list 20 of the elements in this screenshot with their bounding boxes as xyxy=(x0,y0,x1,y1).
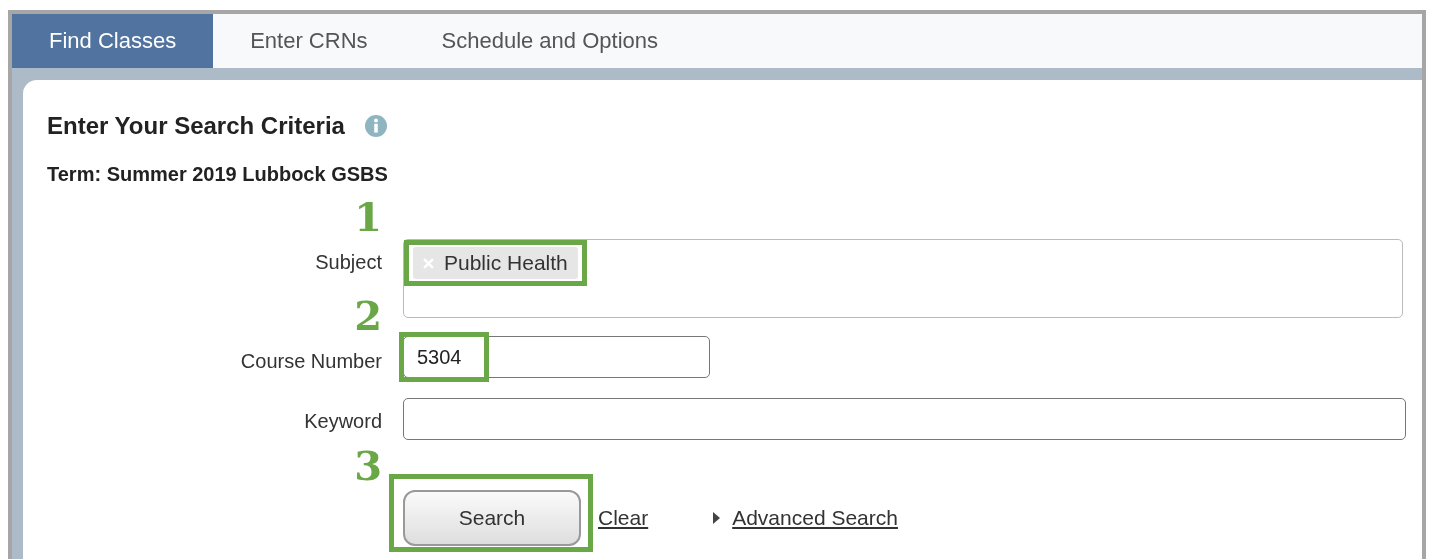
field-label: Subject xyxy=(315,251,382,273)
advanced-search-link[interactable]: Advanced Search xyxy=(732,506,898,530)
step-number: 3 xyxy=(354,446,382,486)
term-label: Term: Summer 2019 Lubbock GSBS xyxy=(47,163,389,186)
clear-link[interactable]: Clear xyxy=(598,506,649,530)
course-number-field[interactable]: 5304 xyxy=(403,336,710,378)
field-label: Keyword xyxy=(304,410,382,432)
field-label: Course Number xyxy=(240,350,382,372)
subject-chip[interactable]: Public Health xyxy=(413,247,578,279)
panel-title: Enter Your Search Criteria xyxy=(47,112,345,140)
step-number: 2 xyxy=(354,296,382,336)
tab[interactable]: Enter CRNs xyxy=(213,14,405,68)
tab[interactable]: Find Classes xyxy=(12,14,214,68)
keyword-field[interactable] xyxy=(403,398,1406,440)
step-number: 1 xyxy=(354,197,382,237)
tab[interactable]: Schedule and Options xyxy=(404,14,695,68)
chip-label: Public Health xyxy=(444,251,568,275)
subject-field[interactable]: Public Health xyxy=(403,239,1403,318)
caret-icon[interactable] xyxy=(713,512,721,524)
search-button[interactable]: Search xyxy=(403,490,581,546)
